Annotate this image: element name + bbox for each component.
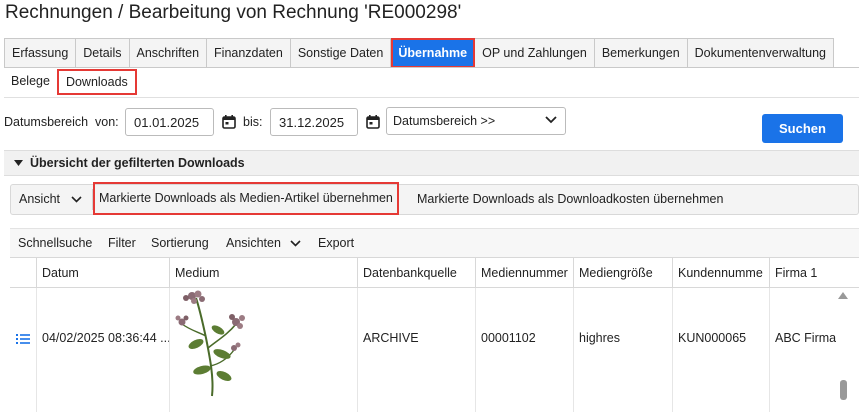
subtab-downloads[interactable]: Downloads [56, 69, 137, 95]
subtab-belege[interactable]: Belege [4, 68, 57, 96]
tab-op-zahlungen[interactable]: OP und Zahlungen [475, 38, 595, 68]
chevron-down-icon [545, 116, 557, 124]
chevron-down-icon [71, 196, 83, 203]
column-header-medium[interactable]: Medium [169, 258, 357, 288]
caret-down-icon [14, 160, 23, 166]
views-menu[interactable]: Ansichten [226, 229, 301, 258]
subtabs-divider [4, 97, 859, 98]
search-button[interactable]: Suchen [762, 114, 843, 143]
take-as-cost-button[interactable]: Markierte Downloads als Downloadkosten ü… [417, 185, 723, 214]
column-header-mediennummer[interactable]: Mediennummer [475, 258, 573, 288]
action-bar: Ansicht Markierte Downloads als Medien-A… [10, 182, 859, 215]
vertical-scrollbar[interactable] [836, 288, 850, 412]
cell-datenbankquelle: ARCHIVE [357, 288, 475, 412]
views-menu-label: Ansichten [226, 236, 281, 250]
column-header-kundennummer[interactable]: Kundennumme [672, 258, 769, 288]
tab-dokumentenverwaltung[interactable]: Dokumentenverwaltung [687, 38, 834, 68]
grid-header: Datum Medium Datenbankquelle Mediennumme… [10, 258, 859, 288]
take-as-media-button[interactable]: Markierte Downloads als Medien-Artikel ü… [93, 182, 399, 215]
cell-medium [169, 288, 357, 412]
sort-button[interactable]: Sortierung [151, 229, 209, 258]
column-header-datenbankquelle[interactable]: Datenbankquelle [357, 258, 475, 288]
tab-finanzdaten[interactable]: Finanzdaten [207, 38, 291, 68]
cell-datum: 04/02/2025 08:36:44 ... [36, 288, 169, 412]
tab-bemerkungen[interactable]: Bemerkungen [594, 38, 688, 68]
tab-uebernahme[interactable]: Übernahme [391, 38, 476, 68]
table-row[interactable]: 04/02/2025 08:36:44 ... ARCHIVE 00001102… [10, 288, 859, 412]
scroll-up-icon[interactable] [838, 292, 848, 299]
sub-tabs: Belege Downloads [4, 68, 137, 96]
calendar-icon[interactable] [366, 115, 380, 129]
cell-firma: ABC Firma [769, 288, 846, 412]
main-tabs: Erfassung Details Anschriften Finanzdate… [4, 38, 834, 68]
to-label: bis: [243, 115, 263, 129]
from-label: von: [95, 115, 119, 129]
tab-anschriften[interactable]: Anschriften [129, 38, 208, 68]
row-menu-cell[interactable] [10, 288, 36, 412]
row-select-header [10, 258, 36, 288]
cell-mediennummer: 00001102 [475, 288, 573, 412]
export-button[interactable]: Export [318, 229, 354, 258]
date-range-label: Datumsbereich [4, 115, 89, 129]
grid-toolbar: Schnellsuche Filter Sortierung Ansichten… [10, 228, 859, 258]
downloads-section-header[interactable]: Übersicht der gefilterten Downloads [4, 150, 859, 176]
from-date-input[interactable] [125, 108, 214, 136]
calendar-icon[interactable] [222, 115, 236, 129]
cell-kundennummer: KUN000065 [672, 288, 769, 412]
cell-mediengroesse: highres [573, 288, 672, 412]
view-menu[interactable]: Ansicht [19, 185, 83, 214]
view-menu-label: Ansicht [19, 192, 60, 206]
to-date-input[interactable] [270, 108, 358, 136]
scrollbar-thumb[interactable] [840, 380, 847, 400]
tab-details[interactable]: Details [76, 38, 130, 68]
column-header-mediengroesse[interactable]: Mediengröße [573, 258, 672, 288]
column-header-firma[interactable]: Firma 1 [769, 258, 846, 288]
flower-image [175, 290, 245, 397]
tab-sonstige-daten[interactable]: Sonstige Daten [290, 38, 392, 68]
page-title: Rechnungen / Bearbeitung von Rechnung 'R… [5, 2, 462, 23]
tab-erfassung[interactable]: Erfassung [5, 38, 77, 68]
column-header-datum[interactable]: Datum [36, 258, 169, 288]
date-range-select[interactable]: Datumsbereich >> [386, 107, 566, 135]
filter-button[interactable]: Filter [108, 229, 136, 258]
section-title: Übersicht der gefilterten Downloads [30, 156, 245, 170]
quicksearch-button[interactable]: Schnellsuche [18, 229, 92, 258]
date-range-select-value: Datumsbereich >> [393, 114, 496, 128]
chevron-down-icon [290, 240, 301, 247]
list-icon[interactable] [16, 333, 30, 345]
